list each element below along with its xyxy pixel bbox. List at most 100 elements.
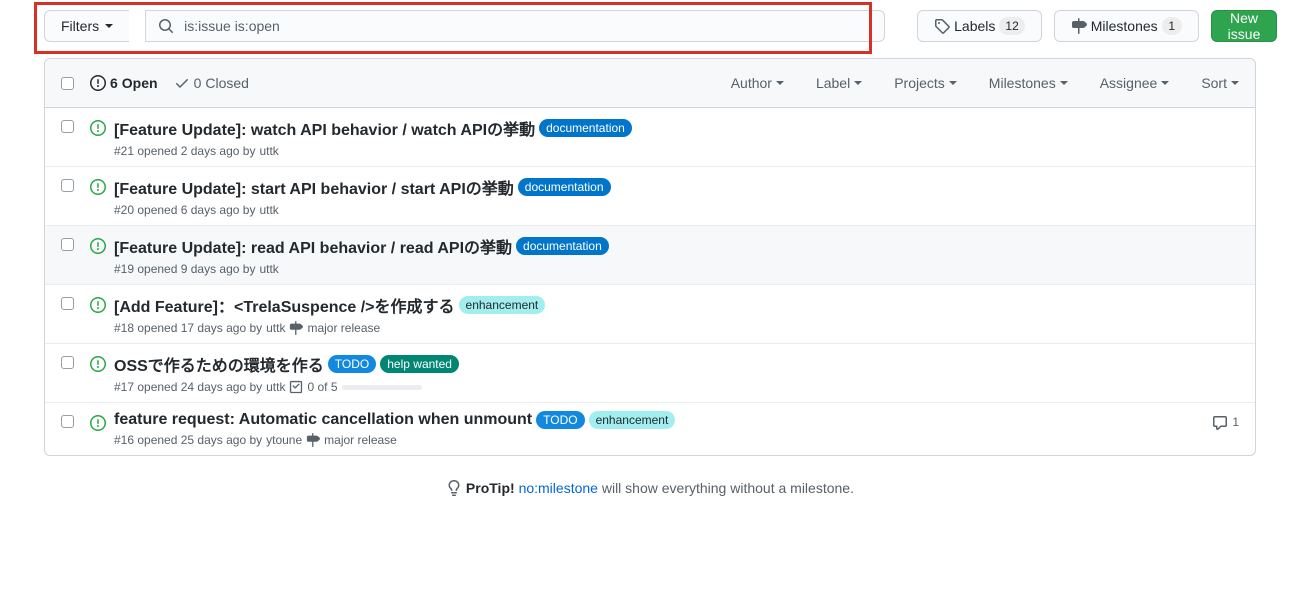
protip: ProTip! no:milestone will show everythin…: [44, 480, 1256, 496]
issue-row: OSSで作るための環境を作るTODOhelp wanted #17 opened …: [45, 344, 1255, 403]
issue-open-icon: [90, 120, 106, 136]
select-checkbox[interactable]: [61, 238, 74, 251]
comments-link[interactable]: 1: [1212, 415, 1239, 447]
issue-main: [Feature Update]: read API behavior / re…: [114, 234, 1239, 276]
issue-title[interactable]: [Feature Update]: read API behavior / re…: [114, 234, 512, 258]
issue-main: [Feature Update]: watch API behavior / w…: [114, 116, 1239, 158]
comment-icon: [1212, 415, 1228, 431]
protip-link[interactable]: no:milestone: [519, 480, 598, 496]
tasklist-icon: [289, 380, 303, 394]
issue-author[interactable]: uttk: [266, 380, 285, 394]
issue-label[interactable]: TODO: [536, 411, 584, 429]
issue-row: [Feature Update]: read API behavior / re…: [45, 226, 1255, 285]
progress-bar: [342, 385, 422, 390]
filter-sort[interactable]: Sort: [1201, 75, 1239, 91]
filter-author[interactable]: Author: [731, 75, 784, 91]
issue-meta: #20 opened 6 days ago by uttk: [114, 203, 1239, 217]
issue-meta: #16 opened 25 days ago by ytoune major re…: [114, 433, 1212, 447]
issue-meta: #18 opened 17 days ago by uttk major rele…: [114, 321, 1239, 335]
issue-author[interactable]: uttk: [266, 321, 285, 335]
labels-button[interactable]: Labels 12: [917, 10, 1042, 42]
issue-row: [Feature Update]: watch API behavior / w…: [45, 108, 1255, 167]
issue-opened-text: #18 opened 17 days ago by: [114, 321, 262, 335]
issue-opened-text: #17 opened 24 days ago by: [114, 380, 262, 394]
issue-main: feature request: Automatic cancellation …: [114, 411, 1212, 447]
issue-main: [Add Feature]：<TrelaSuspence />を作成するenha…: [114, 293, 1239, 335]
search-input-wrap[interactable]: [145, 10, 885, 42]
issue-main: OSSで作るための環境を作るTODOhelp wanted #17 opened …: [114, 352, 1239, 394]
issue-title[interactable]: OSSで作るための環境を作る: [114, 352, 324, 376]
caret-down-icon: [776, 81, 784, 85]
search-input[interactable]: [182, 17, 872, 35]
issue-opened-text: #19 opened 9 days ago by: [114, 262, 255, 276]
issue-title[interactable]: [Add Feature]：<TrelaSuspence />を作成する: [114, 293, 455, 317]
issue-label[interactable]: documentation: [516, 237, 609, 255]
comments-count: 1: [1232, 415, 1239, 429]
issue-label[interactable]: enhancement: [589, 411, 676, 429]
milestone-icon: [289, 321, 303, 335]
milestone-icon: [1071, 18, 1087, 34]
issue-author[interactable]: ytoune: [266, 433, 302, 447]
protip-suffix: will show everything without a milestone…: [602, 480, 854, 496]
check-icon: [174, 75, 190, 91]
open-state[interactable]: 6 Open: [90, 75, 158, 91]
select-checkbox[interactable]: [61, 415, 74, 428]
issue-title[interactable]: [Feature Update]: start API behavior / s…: [114, 175, 514, 199]
closed-state[interactable]: 0 Closed: [174, 75, 249, 91]
labels-count: 12: [999, 17, 1024, 35]
issue-tasks[interactable]: 0 of 5: [289, 380, 421, 394]
issue-opened-text: #20 opened 6 days ago by: [114, 203, 255, 217]
new-issue-button[interactable]: New issue: [1211, 10, 1278, 42]
caret-down-icon: [1060, 81, 1068, 85]
tag-icon: [934, 18, 950, 34]
issue-milestone[interactable]: major release: [289, 321, 380, 335]
issue-label[interactable]: documentation: [539, 119, 632, 137]
issue-opened-text: #21 opened 2 days ago by: [114, 144, 255, 158]
issue-label[interactable]: help wanted: [380, 355, 459, 373]
select-checkbox[interactable]: [61, 120, 74, 133]
issue-meta: #21 opened 2 days ago by uttk: [114, 144, 1239, 158]
issue-row: [Add Feature]：<TrelaSuspence />を作成するenha…: [45, 285, 1255, 344]
milestone-icon: [306, 433, 320, 447]
issue-author[interactable]: uttk: [259, 262, 278, 276]
issue-open-icon: [90, 297, 106, 313]
milestones-label: Milestones: [1091, 18, 1158, 34]
filters-label: Filters: [61, 18, 99, 34]
caret-down-icon: [854, 81, 862, 85]
issues-header: 6 Open 0 Closed Author Label Projects Mi…: [45, 59, 1255, 108]
issue-opened-text: #16 opened 25 days ago by: [114, 433, 262, 447]
issue-row: feature request: Automatic cancellation …: [45, 403, 1255, 455]
filter-assignee[interactable]: Assignee: [1100, 75, 1170, 91]
issue-open-icon: [90, 238, 106, 254]
select-all-checkbox[interactable]: [61, 77, 74, 90]
issue-main: [Feature Update]: start API behavior / s…: [114, 175, 1239, 217]
caret-down-icon: [105, 24, 113, 28]
protip-label: ProTip!: [466, 480, 515, 496]
search-icon: [158, 18, 174, 34]
select-checkbox[interactable]: [61, 297, 74, 310]
issue-label[interactable]: enhancement: [459, 296, 546, 314]
issue-milestone[interactable]: major release: [306, 433, 397, 447]
select-checkbox[interactable]: [61, 356, 74, 369]
filter-milestones[interactable]: Milestones: [989, 75, 1068, 91]
issue-author[interactable]: uttk: [259, 144, 278, 158]
issue-label[interactable]: TODO: [328, 355, 376, 373]
caret-down-icon: [1231, 81, 1239, 85]
issue-title[interactable]: [Feature Update]: watch API behavior / w…: [114, 116, 535, 140]
filter-projects[interactable]: Projects: [894, 75, 957, 91]
labels-label: Labels: [954, 18, 995, 34]
filter-label[interactable]: Label: [816, 75, 862, 91]
issue-label[interactable]: documentation: [518, 178, 611, 196]
issue-open-icon: [90, 179, 106, 195]
issue-row: [Feature Update]: start API behavior / s…: [45, 167, 1255, 226]
filters-button[interactable]: Filters: [44, 10, 129, 42]
issue-open-icon: [90, 356, 106, 372]
caret-down-icon: [949, 81, 957, 85]
issue-open-icon: [90, 415, 106, 431]
issue-author[interactable]: uttk: [259, 203, 278, 217]
issue-meta: #17 opened 24 days ago by uttk 0 of 5: [114, 380, 1239, 394]
milestones-button[interactable]: Milestones 1: [1054, 10, 1199, 42]
caret-down-icon: [1161, 81, 1169, 85]
issue-title[interactable]: feature request: Automatic cancellation …: [114, 411, 532, 429]
select-checkbox[interactable]: [61, 179, 74, 192]
